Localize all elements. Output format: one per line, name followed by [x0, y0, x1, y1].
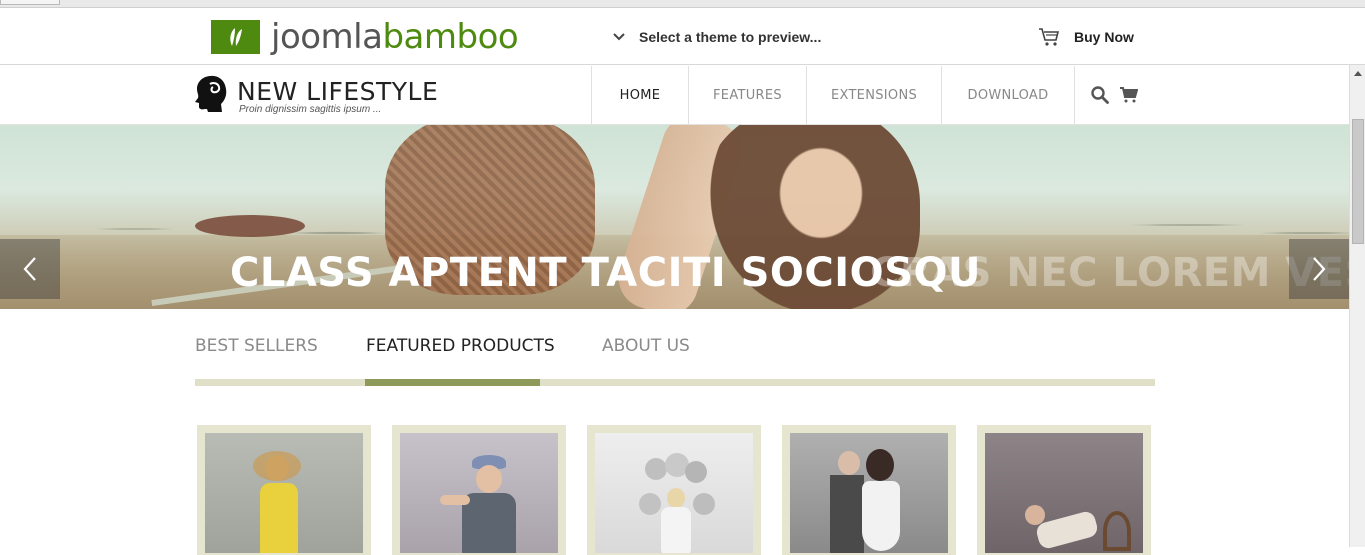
joomlabamboo-wordmark: joomlabamboo	[271, 17, 519, 57]
product-card[interactable]	[782, 425, 956, 555]
nav-item-features[interactable]: FEATURES	[688, 66, 806, 124]
nav-item-label: FEATURES	[713, 87, 782, 103]
site-tagline: Proin dignissim sagittis ipsum ...	[239, 104, 382, 115]
nav-item-label: DOWNLOAD	[967, 87, 1049, 103]
hero-slide-title: CLASS APTENT TACITI SOCIOSQU	[230, 250, 981, 296]
product-card[interactable]	[392, 425, 566, 555]
product-card[interactable]	[587, 425, 761, 555]
cart-icon	[1039, 28, 1060, 46]
product-card[interactable]	[197, 425, 371, 555]
header-icon-group	[1074, 66, 1154, 124]
hero-next-slide-title: CRAS NEC LOREM VEST	[870, 250, 1349, 296]
product-image-woman-yellow-dress	[205, 433, 363, 553]
main-navigation: HOME FEATURES EXTENSIONS DOWNLOAD	[591, 66, 1074, 124]
page-scrollbar[interactable]	[1349, 65, 1365, 547]
product-image-boy-cap	[400, 433, 558, 553]
nav-item-download[interactable]: DOWNLOAD	[941, 66, 1074, 124]
active-tab-indicator	[365, 379, 540, 386]
product-card[interactable]	[977, 425, 1151, 555]
search-icon[interactable]	[1091, 86, 1109, 104]
hero-bicycle-seat	[195, 215, 305, 237]
buy-now-button[interactable]: Buy Now	[1038, 27, 1134, 47]
browser-top-strip	[0, 0, 1365, 8]
slider-prev-button[interactable]	[0, 239, 60, 299]
browser-tab[interactable]	[0, 0, 60, 5]
bamboo-leaf-icon	[211, 20, 260, 54]
product-tabs: BEST SELLERS FEATURED PRODUCTS ABOUT US	[195, 336, 1155, 388]
slider-next-button[interactable]	[1289, 239, 1349, 299]
tab-about-us[interactable]: ABOUT US	[602, 336, 690, 356]
tab-featured-products[interactable]: FEATURED PRODUCTS	[366, 336, 555, 356]
product-grid	[197, 425, 1151, 555]
chevron-right-icon	[1313, 257, 1326, 281]
nav-item-label: HOME	[619, 87, 661, 103]
cart-icon[interactable]	[1120, 87, 1139, 103]
hero-slider: CLASS APTENT TACITI SOCIOSQU CRAS NEC LO…	[0, 125, 1349, 309]
nav-item-extensions[interactable]: EXTENSIONS	[806, 66, 941, 124]
chevron-left-icon	[23, 257, 36, 281]
scroll-up-arrow-icon[interactable]	[1350, 65, 1365, 81]
theme-select-dropdown[interactable]: Select a theme to preview...	[613, 29, 821, 45]
theme-select-label: Select a theme to preview...	[639, 29, 822, 45]
tab-track	[195, 379, 1155, 386]
product-image-woman-balloons	[595, 433, 753, 553]
product-image-couple	[790, 433, 948, 553]
joomlabamboo-logo[interactable]: joomlabamboo	[211, 17, 519, 57]
site-logo[interactable]: NEW LIFESTYLE Proin dignissim sagittis i…	[194, 74, 438, 115]
buy-now-label: Buy Now	[1074, 29, 1134, 45]
tab-best-sellers[interactable]: BEST SELLERS	[195, 336, 318, 356]
head-profile-icon	[195, 75, 227, 112]
scrollbar-thumb[interactable]	[1352, 119, 1364, 244]
nav-item-home[interactable]: HOME	[591, 66, 688, 124]
wordmark-part-joomla: joomla	[271, 17, 383, 57]
site-header: NEW LIFESTYLE Proin dignissim sagittis i…	[0, 66, 1349, 125]
wordmark-part-bamboo: bamboo	[382, 17, 519, 57]
chevron-down-icon	[613, 33, 625, 41]
product-image-woman-chair	[985, 433, 1143, 553]
site-name: NEW LIFESTYLE	[237, 77, 439, 106]
nav-item-label: EXTENSIONS	[830, 87, 918, 103]
theme-preview-bar: joomlabamboo Select a theme to preview..…	[0, 8, 1365, 65]
